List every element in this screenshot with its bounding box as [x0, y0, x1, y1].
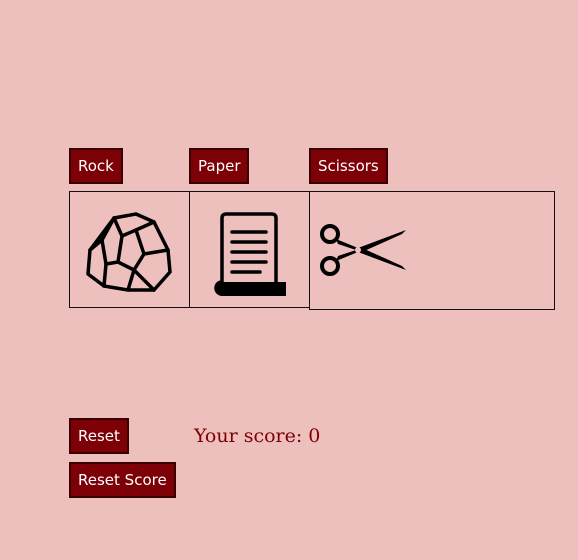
scissors-icon	[320, 224, 406, 276]
score-text: Your score: 0	[194, 425, 321, 447]
paper-button[interactable]: Paper	[189, 148, 250, 184]
reset-score-button[interactable]: Reset Score	[69, 462, 176, 498]
scissors-image-cell	[309, 191, 555, 310]
paper-scroll-icon	[214, 212, 286, 296]
rock-image-cell	[69, 191, 190, 308]
rock-icon	[86, 212, 172, 292]
paper-image-cell	[189, 191, 310, 308]
scissors-button[interactable]: Scissors	[309, 148, 388, 184]
reset-button[interactable]: Reset	[69, 418, 129, 454]
rock-button[interactable]: Rock	[69, 148, 123, 184]
